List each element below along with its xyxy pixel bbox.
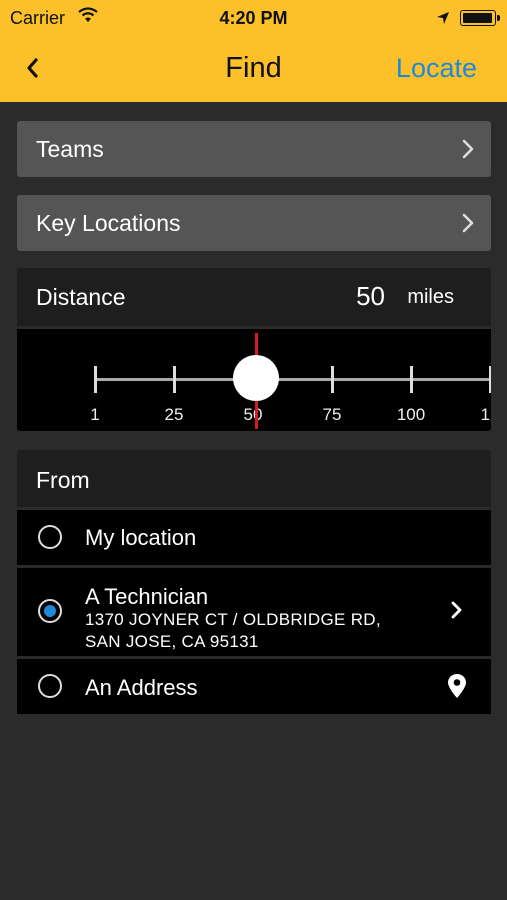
slider-track[interactable] [95, 378, 491, 381]
from-label: From [36, 467, 90, 493]
slider-tick-label: 75 [322, 405, 342, 424]
slider-tick-label: 12 [480, 405, 491, 424]
slider-tick [410, 366, 413, 393]
battery-icon [460, 10, 500, 26]
slider-tick-label: 100 [396, 405, 426, 424]
slider-tick-label: 25 [164, 405, 184, 424]
option-label: An Address [85, 675, 198, 700]
nav-bar: Find Locate [0, 36, 507, 102]
radio-my-location[interactable] [38, 525, 62, 549]
slider-tick [94, 366, 97, 393]
slider-tick-label: 1 [90, 405, 100, 424]
chevron-right-icon [462, 213, 474, 233]
chevron-right-icon[interactable] [450, 600, 463, 620]
distance-unit: miles [407, 286, 454, 308]
map-pin-icon[interactable] [447, 673, 467, 699]
option-address[interactable]: An Address [17, 659, 491, 714]
slider-tick-label: 50 [243, 405, 263, 424]
slider-tick [173, 366, 176, 393]
app-header: Carrier 4:20 PM Find Locate [0, 0, 507, 102]
option-label: My location [85, 525, 197, 550]
technician-address-line1: 1370 JOYNER CT / OLDBRIDGE RD, [85, 610, 381, 629]
location-arrow-icon [436, 9, 450, 30]
locate-button[interactable]: Locate [396, 53, 477, 84]
chevron-right-icon [462, 139, 474, 159]
status-bar: Carrier 4:20 PM [0, 0, 507, 36]
slider-tick [331, 366, 334, 393]
option-my-location[interactable]: My location [17, 510, 491, 565]
slider-knob[interactable] [233, 355, 279, 401]
distance-value: 50 [356, 281, 385, 311]
teams-row[interactable]: Teams [17, 121, 491, 177]
slider-tick [489, 366, 491, 393]
key-locations-label: Key Locations [36, 210, 181, 236]
option-technician[interactable]: A Technician 1370 JOYNER CT / OLDBRIDGE … [17, 568, 491, 656]
from-header: From [17, 450, 491, 507]
distance-label: Distance [36, 284, 126, 310]
option-label: A Technician [85, 584, 209, 609]
radio-address[interactable] [38, 674, 62, 698]
distance-header: Distance 50 miles [17, 268, 491, 326]
distance-slider[interactable]: 1 25 50 75 100 12 [17, 329, 491, 431]
status-time: 4:20 PM [219, 8, 288, 28]
technician-address-line2: SAN JOSE, CA 95131 [85, 632, 259, 651]
radio-technician[interactable] [38, 599, 62, 623]
key-locations-row[interactable]: Key Locations [17, 195, 491, 251]
teams-label: Teams [36, 136, 104, 162]
